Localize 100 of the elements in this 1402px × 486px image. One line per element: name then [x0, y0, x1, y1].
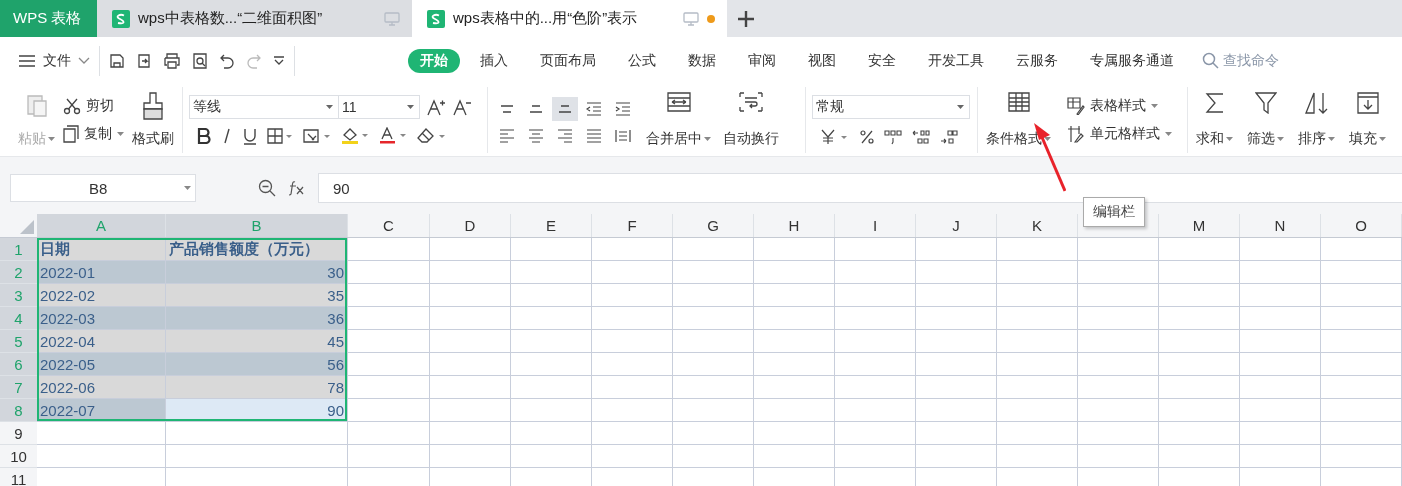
new-tab-icon[interactable]	[737, 9, 755, 28]
column-header[interactable]: G	[673, 214, 754, 237]
brush-icon	[142, 92, 164, 120]
column-header[interactable]: H	[754, 214, 835, 237]
decrease-font-icon[interactable]	[452, 98, 472, 116]
currency-icon[interactable]	[820, 129, 850, 145]
column-header[interactable]: I	[835, 214, 916, 237]
decrease-decimal-icon[interactable]	[940, 129, 958, 145]
table-cell: 2022-05	[37, 353, 166, 376]
formula-field[interactable]: 90	[318, 173, 1402, 203]
column-header[interactable]: J	[916, 214, 997, 237]
name-box[interactable]: B8	[10, 174, 196, 202]
italic-icon[interactable]	[221, 128, 233, 144]
table-cell: 90	[166, 399, 348, 422]
underline-icon[interactable]	[243, 127, 257, 145]
table-cell: 产品销售额度（万元）	[166, 238, 348, 261]
distributed-align-icon[interactable]	[615, 129, 631, 143]
file-menu[interactable]: 文件	[18, 51, 90, 70]
table-cell: 78	[166, 376, 348, 399]
merge-center-button[interactable]: 合并居中	[644, 92, 713, 148]
ribbon-tab[interactable]: 数据	[676, 48, 728, 73]
sort-icon	[1304, 92, 1329, 114]
align-middle-icon	[529, 105, 543, 113]
chevron-down-icon	[78, 56, 90, 65]
number-format-dropdown[interactable]: 常规	[812, 95, 970, 119]
column-header[interactable]: N	[1240, 214, 1321, 237]
ribbon-tab[interactable]: 审阅	[736, 48, 788, 73]
align-bottom-icon	[558, 105, 572, 113]
scissors-icon	[63, 97, 81, 115]
cell-type-icon[interactable]	[303, 128, 331, 144]
print-icon[interactable]	[163, 52, 181, 69]
vertical-align-button[interactable]	[552, 97, 578, 121]
caret-icon	[1044, 137, 1051, 141]
copy-button[interactable]: 复制	[63, 125, 124, 143]
decrease-indent-icon[interactable]	[586, 102, 602, 116]
spreadsheet-logo-icon	[112, 9, 130, 28]
column-header[interactable]: E	[511, 214, 592, 237]
toolbar-button[interactable]: 求和	[1194, 92, 1235, 148]
bold-icon[interactable]	[197, 128, 211, 144]
thousands-separator-icon[interactable]	[884, 129, 902, 145]
table-cell: 45	[166, 330, 348, 353]
spreadsheet-logo-icon	[427, 9, 445, 28]
ribbon-tab[interactable]: 云服务	[1004, 48, 1070, 73]
fill-color-icon[interactable]	[341, 127, 369, 145]
ribbon-tab[interactable]: 视图	[796, 48, 848, 73]
row-header[interactable]: 10	[0, 445, 37, 468]
function-icon[interactable]	[288, 180, 306, 196]
toolbar-button[interactable]: 筛选	[1245, 92, 1286, 148]
align-center-icon[interactable]	[528, 129, 544, 143]
document-tab[interactable]: wps中表格数...“二维面积图”	[97, 0, 412, 37]
borders-icon[interactable]	[267, 128, 293, 144]
column-header[interactable]: M	[1159, 214, 1240, 237]
ribbon-tab[interactable]: 安全	[856, 48, 908, 73]
monitor-icon	[384, 11, 400, 26]
cell-style-button[interactable]: 单元格样式	[1067, 125, 1172, 143]
font-size-dropdown[interactable]: 11	[338, 95, 420, 119]
ribbon-tab[interactable]: 开发工具	[916, 48, 996, 73]
table-style-button[interactable]: 表格样式	[1067, 97, 1172, 115]
chevron-down-icon[interactable]	[273, 55, 285, 66]
column-header[interactable]: D	[430, 214, 511, 237]
font-color-icon[interactable]	[379, 127, 407, 145]
toolbar-button[interactable]: 填充	[1347, 92, 1388, 148]
increase-indent-icon[interactable]	[615, 102, 631, 116]
undo-icon[interactable]	[219, 52, 235, 69]
caret-icon	[1226, 137, 1233, 141]
caret-icon	[1151, 104, 1158, 108]
eraser-icon[interactable]	[417, 128, 447, 144]
align-left-icon[interactable]	[499, 129, 515, 143]
ribbon-tab[interactable]: 公式	[616, 48, 668, 73]
ribbon-tab[interactable]: 页面布局	[528, 48, 608, 73]
column-header[interactable]: C	[348, 214, 430, 237]
justify-icon[interactable]	[586, 129, 602, 143]
ribbon-tab[interactable]: 专属服务通道	[1078, 48, 1186, 73]
print-preview-icon[interactable]	[192, 52, 208, 69]
search-icon	[1202, 52, 1219, 69]
column-header[interactable]: K	[997, 214, 1078, 237]
cut-button[interactable]: 剪切	[63, 97, 124, 115]
caret-icon	[48, 137, 55, 141]
zoom-icon[interactable]	[258, 179, 276, 197]
align-right-icon[interactable]	[557, 129, 573, 143]
save-icon[interactable]	[109, 52, 125, 69]
increase-decimal-icon[interactable]	[912, 129, 930, 145]
table-cell: 日期	[37, 238, 166, 261]
font-name-dropdown[interactable]: 等线	[189, 95, 339, 119]
wrap-text-button[interactable]: 自动换行	[721, 92, 781, 148]
format-painter-button[interactable]: 格式刷	[130, 92, 176, 148]
caret-icon	[1328, 137, 1335, 141]
document-tab[interactable]: wps表格中的...用“色阶”表示	[412, 0, 727, 37]
export-icon[interactable]	[136, 52, 152, 69]
ribbon-tab[interactable]: 插入	[468, 48, 520, 73]
column-header[interactable]: F	[592, 214, 673, 237]
tab-title: wps表格中的...用“色阶”表示	[453, 9, 639, 28]
row-header[interactable]: 9	[0, 422, 37, 445]
column-header[interactable]: O	[1321, 214, 1402, 237]
cell-brush-icon	[1067, 125, 1085, 143]
row-header[interactable]: 11	[0, 468, 37, 486]
monitor-icon	[683, 11, 699, 26]
percent-icon[interactable]	[860, 130, 874, 144]
toolbar-button[interactable]: 排序	[1296, 92, 1337, 148]
increase-font-icon[interactable]	[426, 98, 446, 116]
